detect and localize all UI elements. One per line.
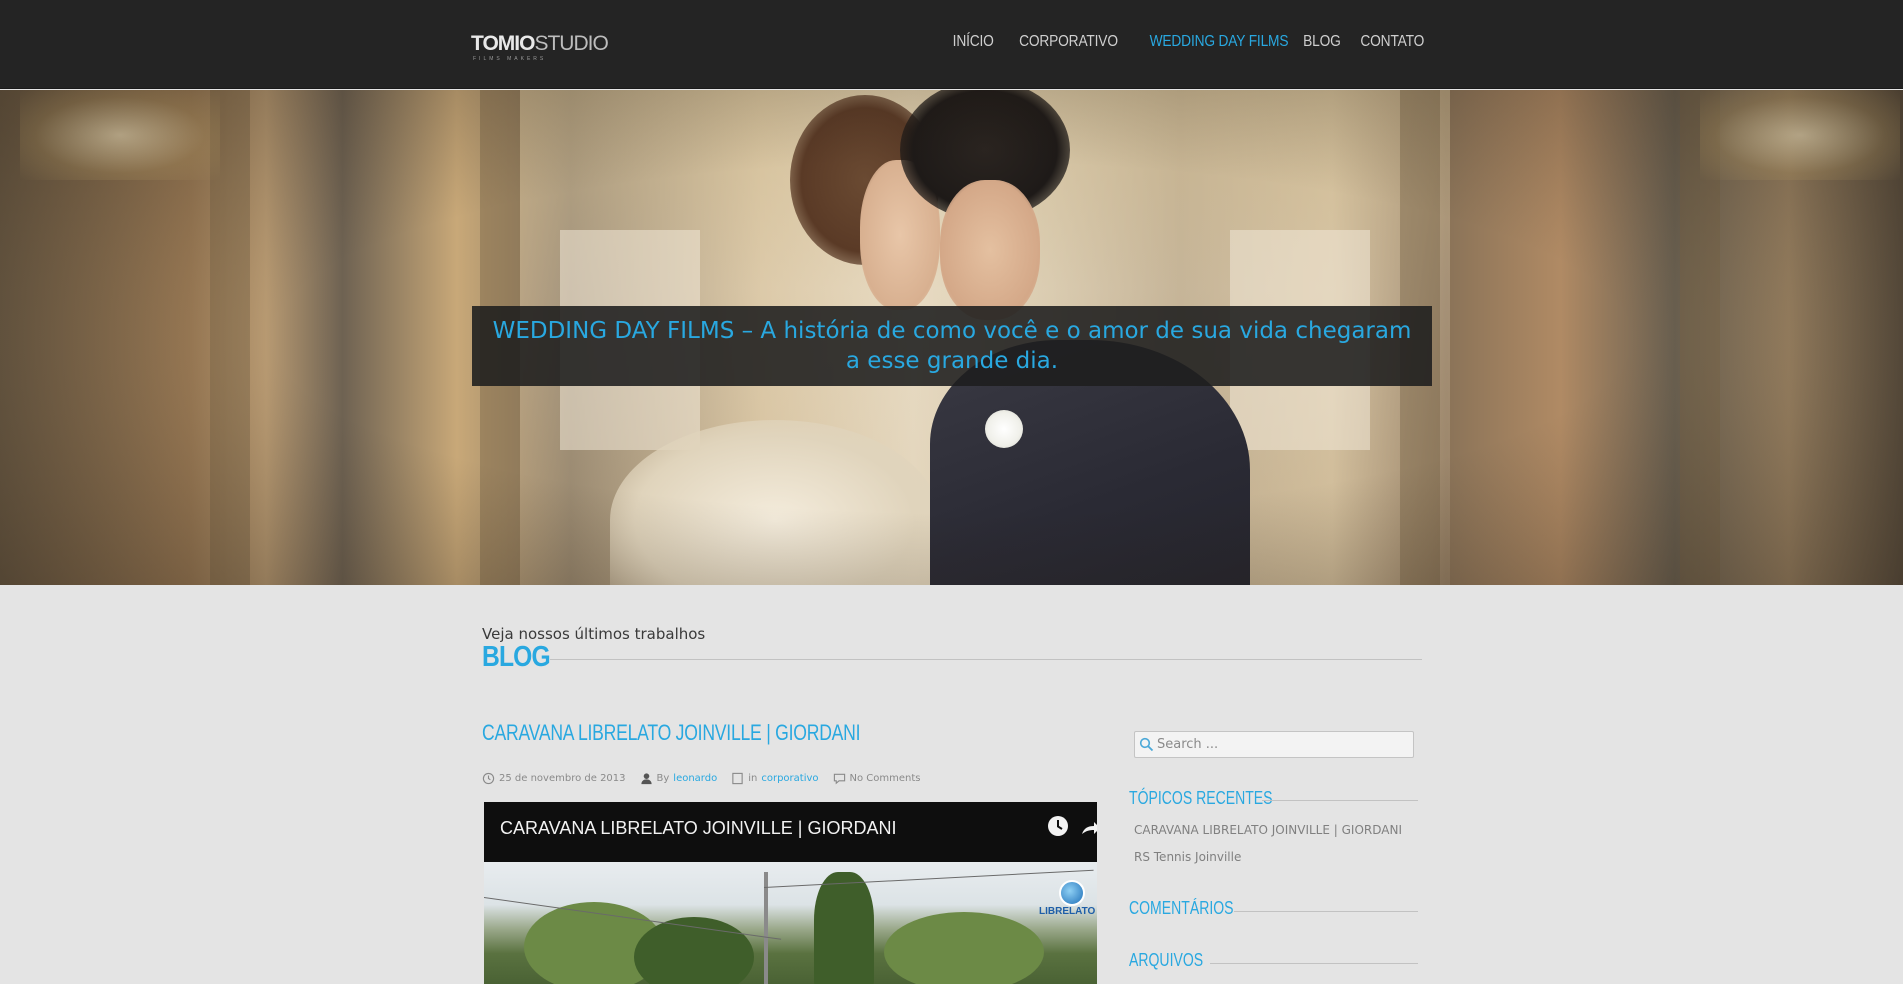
comments-link[interactable]: No Comments <box>850 773 921 784</box>
nav-item-inicio[interactable]: INÍCIO <box>953 33 994 51</box>
nav-item-blog[interactable]: BLOG <box>1303 33 1341 51</box>
clock-icon <box>482 772 495 785</box>
author-prefix: By <box>656 773 670 784</box>
post-meta: 25 de novembro de 2013 By leonardo in co… <box>482 772 921 785</box>
nav-item-contato[interactable]: CONTATO <box>1360 33 1424 51</box>
thumbnail-pine-tree <box>814 872 874 984</box>
category-prefix: in <box>748 773 758 784</box>
logo-thin-text: STUDIO <box>534 32 608 55</box>
video-logo-text: LIBRELATO <box>1039 906 1096 917</box>
post-title-link[interactable]: CARAVANA LIBRELATO JOINVILLE | GIORDANI <box>482 720 861 746</box>
recent-topic-link[interactable]: RS Tennis Joinville <box>1134 850 1241 864</box>
section-title: BLOG <box>482 641 551 673</box>
share-icon[interactable] <box>1080 818 1097 838</box>
post-comments: No Comments <box>833 772 921 785</box>
site-logo[interactable]: TOMIOSTUDIO FILMS MAKERS <box>471 32 609 62</box>
main-nav: INÍCIO CORPORATIVO WEDDING DAY FILMS BLO… <box>946 33 1424 51</box>
thumbnail-pole <box>764 872 768 984</box>
comments-divider <box>1234 911 1418 912</box>
video-title[interactable]: CARAVANA LIBRELATO JOINVILLE | GIORDANI <box>500 818 896 839</box>
thumbnail-tree <box>884 912 1044 984</box>
user-icon <box>640 773 652 785</box>
watch-later-icon[interactable] <box>1047 815 1069 837</box>
logo-bold-text: TOMIO <box>471 32 535 55</box>
comment-icon <box>833 773 845 785</box>
video-thumbnail[interactable] <box>484 862 1097 984</box>
video-brand-logo: LIBRELATO <box>1039 880 1097 930</box>
section-divider <box>550 659 1422 660</box>
recent-topics-heading: TÓPICOS RECENTES <box>1129 788 1273 808</box>
logo-subtitle: FILMS MAKERS <box>473 56 547 62</box>
search-icon <box>1139 737 1154 757</box>
recent-topics-divider <box>1262 800 1418 801</box>
video-title-bar: CARAVANA LIBRELATO JOINVILLE | GIORDANI <box>484 802 1097 862</box>
search-input[interactable] <box>1157 732 1411 757</box>
post-category: in corporativo <box>731 772 819 785</box>
search-box <box>1134 731 1414 758</box>
recent-topic-link[interactable]: CARAVANA LIBRELATO JOINVILLE | GIORDANI <box>1134 823 1402 837</box>
hero-caption: WEDDING DAY FILMS – A história de como v… <box>472 306 1432 386</box>
archives-divider <box>1210 963 1418 964</box>
librelato-logo-icon <box>1059 880 1085 906</box>
category-link[interactable]: corporativo <box>761 773 818 784</box>
nav-item-wedding-day-films[interactable]: WEDDING DAY FILMS <box>1149 33 1288 51</box>
folder-icon <box>732 772 743 785</box>
post-date-text: 25 de novembro de 2013 <box>499 773 626 784</box>
comments-heading: COMENTÁRIOS <box>1129 898 1234 918</box>
author-link[interactable]: leonardo <box>673 773 717 784</box>
video-embed[interactable]: CARAVANA LIBRELATO JOINVILLE | GIORDANI … <box>484 802 1097 984</box>
site-header: TOMIOSTUDIO FILMS MAKERS INÍCIO CORPORAT… <box>0 0 1903 89</box>
post-author: By leonardo <box>640 772 717 785</box>
archives-heading: ARQUIVOS <box>1129 950 1204 970</box>
nav-item-corporativo[interactable]: CORPORATIVO <box>1019 33 1118 51</box>
post-date: 25 de novembro de 2013 <box>482 772 626 785</box>
